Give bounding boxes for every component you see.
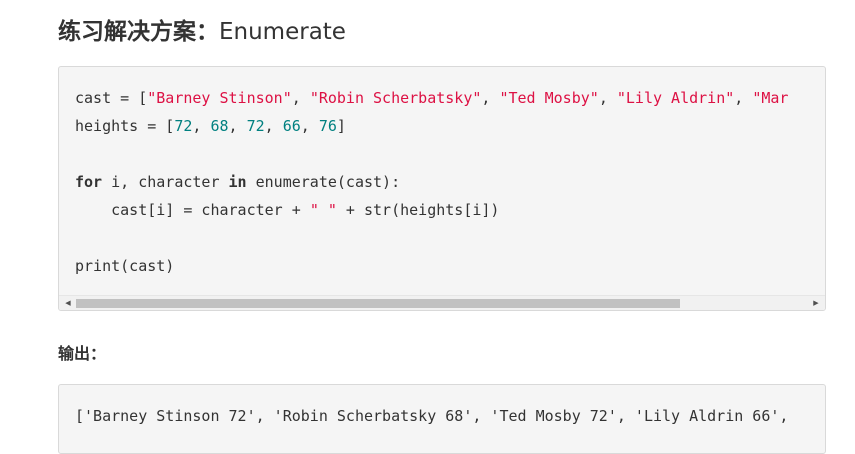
code-token: , [734,89,753,107]
code-line-heights: heights = [72, 68, 72, 66, 76] [75,112,346,140]
code-keyword: in [228,173,247,191]
page-title-latin: Enumerate [219,19,346,45]
code-token: print(cast) [75,257,175,275]
code-line-for: for i, character in enumerate(cast): [75,168,400,196]
code-token: , [291,89,310,107]
code-token: , [228,117,247,135]
code-number: 66 [282,117,301,135]
code-token: i, character [102,173,229,191]
code-line-cast: cast = ["Barney Stinson", "Robin Scherba… [75,84,788,112]
code-string: "Barney Stinson" [147,89,292,107]
code-token: ] [336,117,346,135]
code-keyword: for [75,173,103,191]
scroll-right-arrow-icon[interactable]: ▶ [809,296,823,310]
code-number: 76 [318,117,337,135]
code-token: cast = [ [75,89,148,107]
code-number: 68 [210,117,229,135]
code-string: "Robin Scherbatsky" [309,89,482,107]
code-block[interactable]: cast = ["Barney Stinson", "Robin Scherba… [58,66,826,311]
code-token: , [192,117,211,135]
scroll-left-arrow-icon[interactable]: ◀ [61,296,75,310]
code-token: heights = [ [75,117,175,135]
horizontal-scrollbar[interactable]: ◀ ▶ [59,295,825,310]
page-title: 练习解决方案：Enumerate [58,14,346,50]
scrollbar-thumb[interactable] [76,299,680,308]
code-number: 72 [246,117,265,135]
code-string: "Mar [752,89,789,107]
code-string: "Lily Aldrin" [616,89,735,107]
output-block[interactable]: ['Barney Stinson 72', 'Robin Scherbatsky… [58,384,826,454]
output-heading: 输出： [58,344,107,363]
page-title-cjk: 练习解决方案： [58,19,219,45]
code-string: " " [309,201,337,219]
code-string: "Ted Mosby" [499,89,599,107]
code-token: cast[i] = character + [75,201,310,219]
code-token: , [300,117,319,135]
output-text: ['Barney Stinson 72', 'Robin Scherbatsky… [75,407,798,425]
code-token: + str(heights[i]) [336,201,500,219]
code-token: enumerate(cast): [246,173,401,191]
code-token: , [264,117,283,135]
code-token: , [481,89,500,107]
code-line-assign: cast[i] = character + " " + str(heights[… [75,196,499,224]
code-view: cast = ["Barney Stinson", "Robin Scherba… [59,84,825,294]
code-token: , [598,89,617,107]
code-line-print: print(cast) [75,252,174,280]
code-number: 72 [174,117,193,135]
